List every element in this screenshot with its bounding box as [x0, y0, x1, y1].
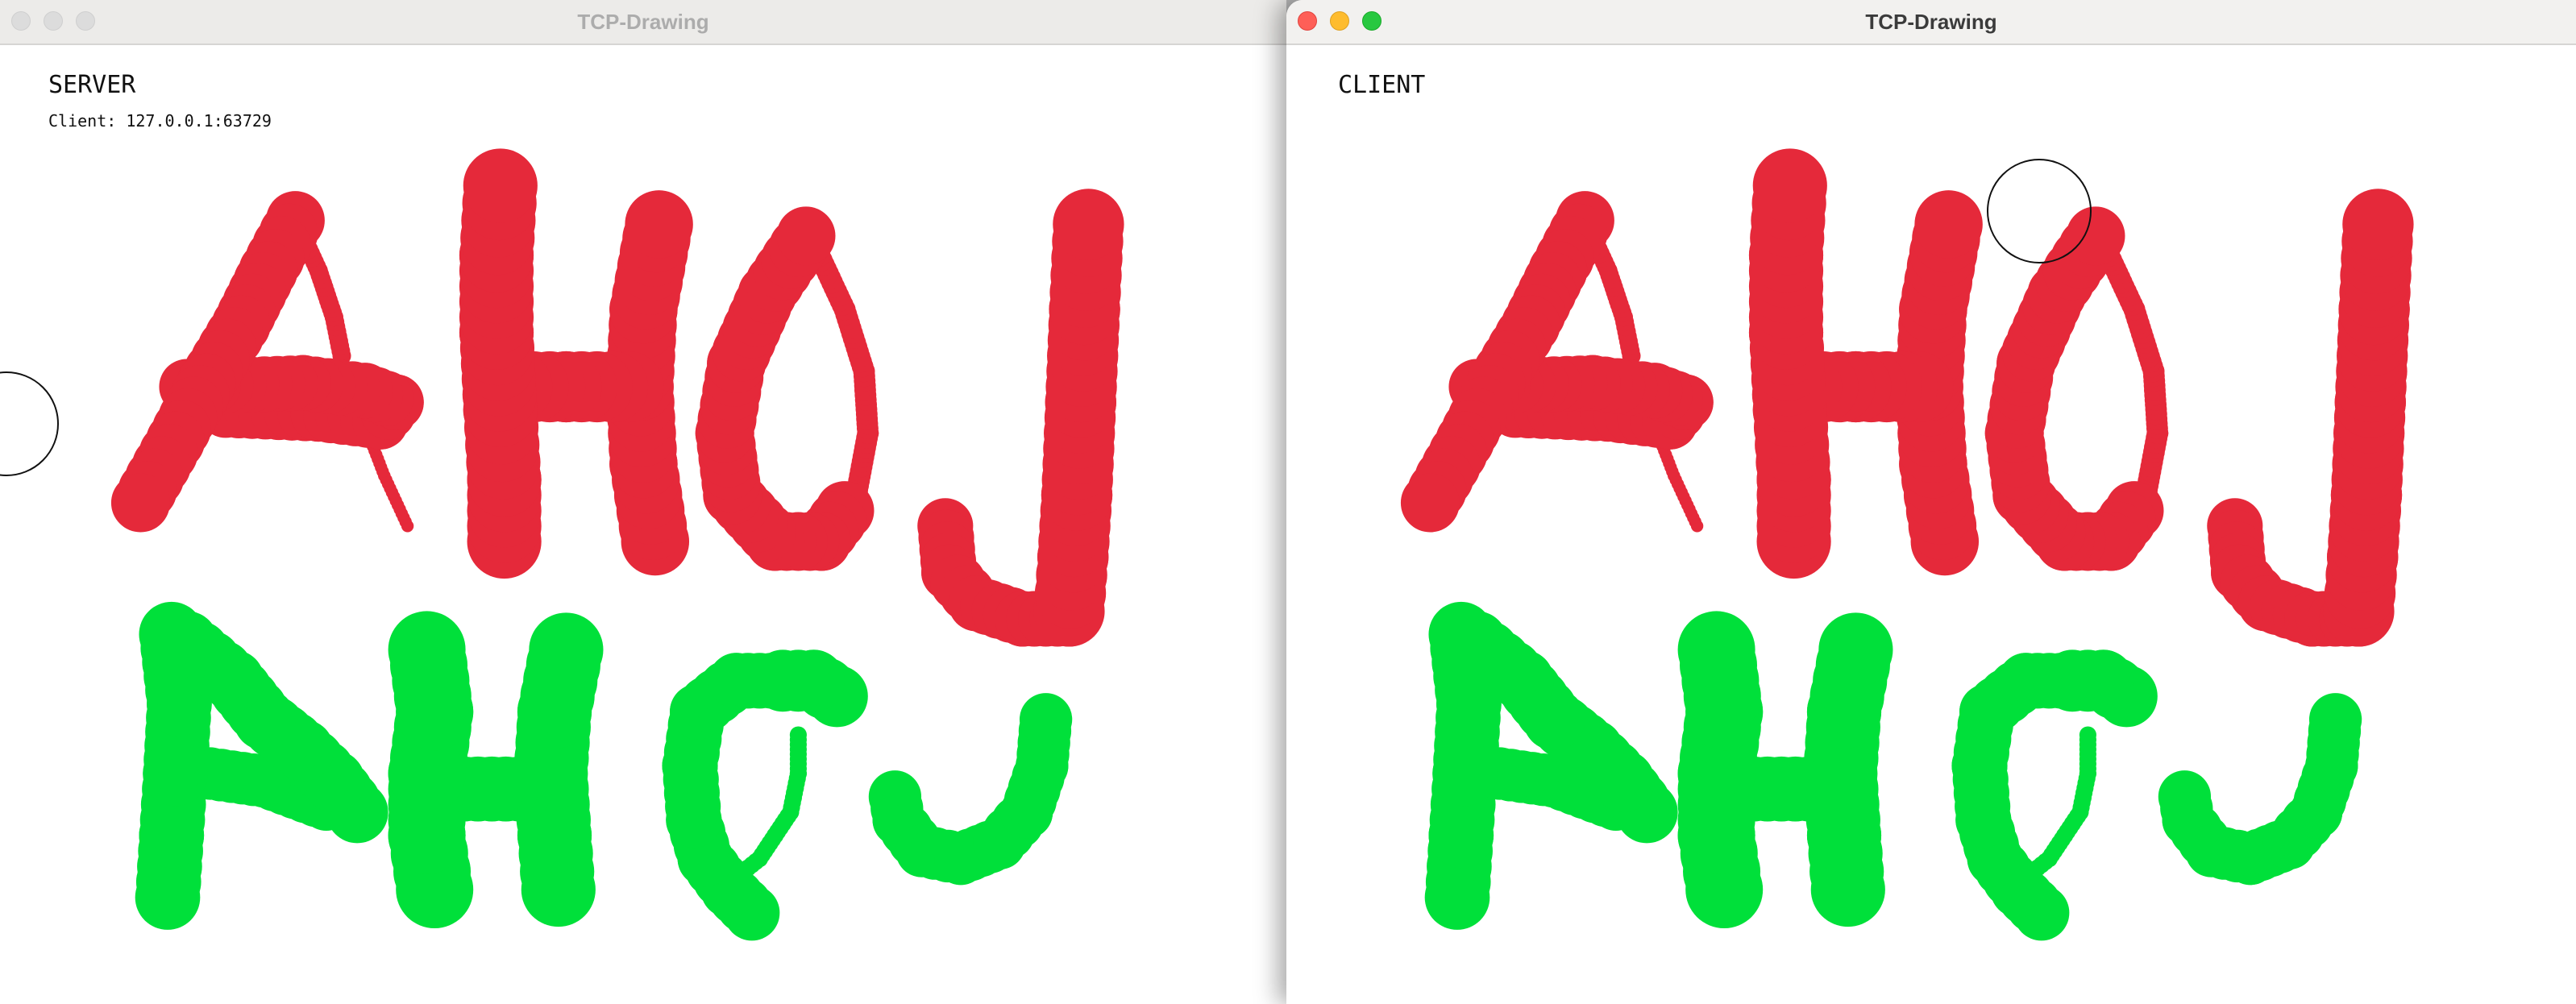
brush-dot [2308, 693, 2362, 746]
drawing-layer [1400, 148, 2414, 941]
brush-dot [463, 148, 538, 223]
window-titlebar[interactable]: TCP-Drawing [1286, 0, 2576, 45]
drawing-canvas[interactable]: SERVER Client: 127.0.0.1:63729 [0, 45, 1286, 1004]
brush-dot [110, 473, 170, 533]
brush-dot [1019, 693, 1073, 746]
cursor-ring [1987, 159, 2092, 263]
brush-dot [2044, 653, 2100, 709]
brush-dot [1400, 473, 1460, 533]
brush-dot [1677, 611, 1755, 689]
brush-dot [388, 611, 466, 689]
remote-cursor-ring [0, 371, 59, 476]
client-window[interactable]: TCP-Drawing CLIENT [1286, 0, 2576, 1004]
drawing-canvas[interactable]: CLIENT [1286, 45, 2576, 1004]
drawing-layer [0, 148, 1124, 941]
server-window[interactable]: TCP-Drawing SERVER Client: 127.0.0.1:637… [0, 0, 1286, 1004]
brush-dot [1428, 601, 1494, 667]
brush-dot [2342, 189, 2414, 260]
brush-dot [789, 726, 807, 744]
window-title: TCP-Drawing [577, 10, 709, 34]
brush-dot [625, 190, 693, 259]
brush-dot [1053, 189, 1124, 260]
window-title: TCP-Drawing [1865, 10, 1997, 34]
brush-dot [1914, 190, 1983, 259]
window-titlebar[interactable]: TCP-Drawing [0, 0, 1286, 45]
brush-dot [754, 653, 811, 709]
ahoj-drawing [1400, 148, 2414, 941]
brush-dot [529, 612, 604, 687]
brush-dot [2066, 206, 2125, 266]
brush-dot [776, 206, 836, 266]
brush-dot [139, 601, 205, 667]
brush-dot [1818, 612, 1893, 687]
brush-dot [2079, 726, 2096, 744]
brush-dot [1752, 148, 1827, 223]
ahoj-drawing [110, 148, 1124, 941]
